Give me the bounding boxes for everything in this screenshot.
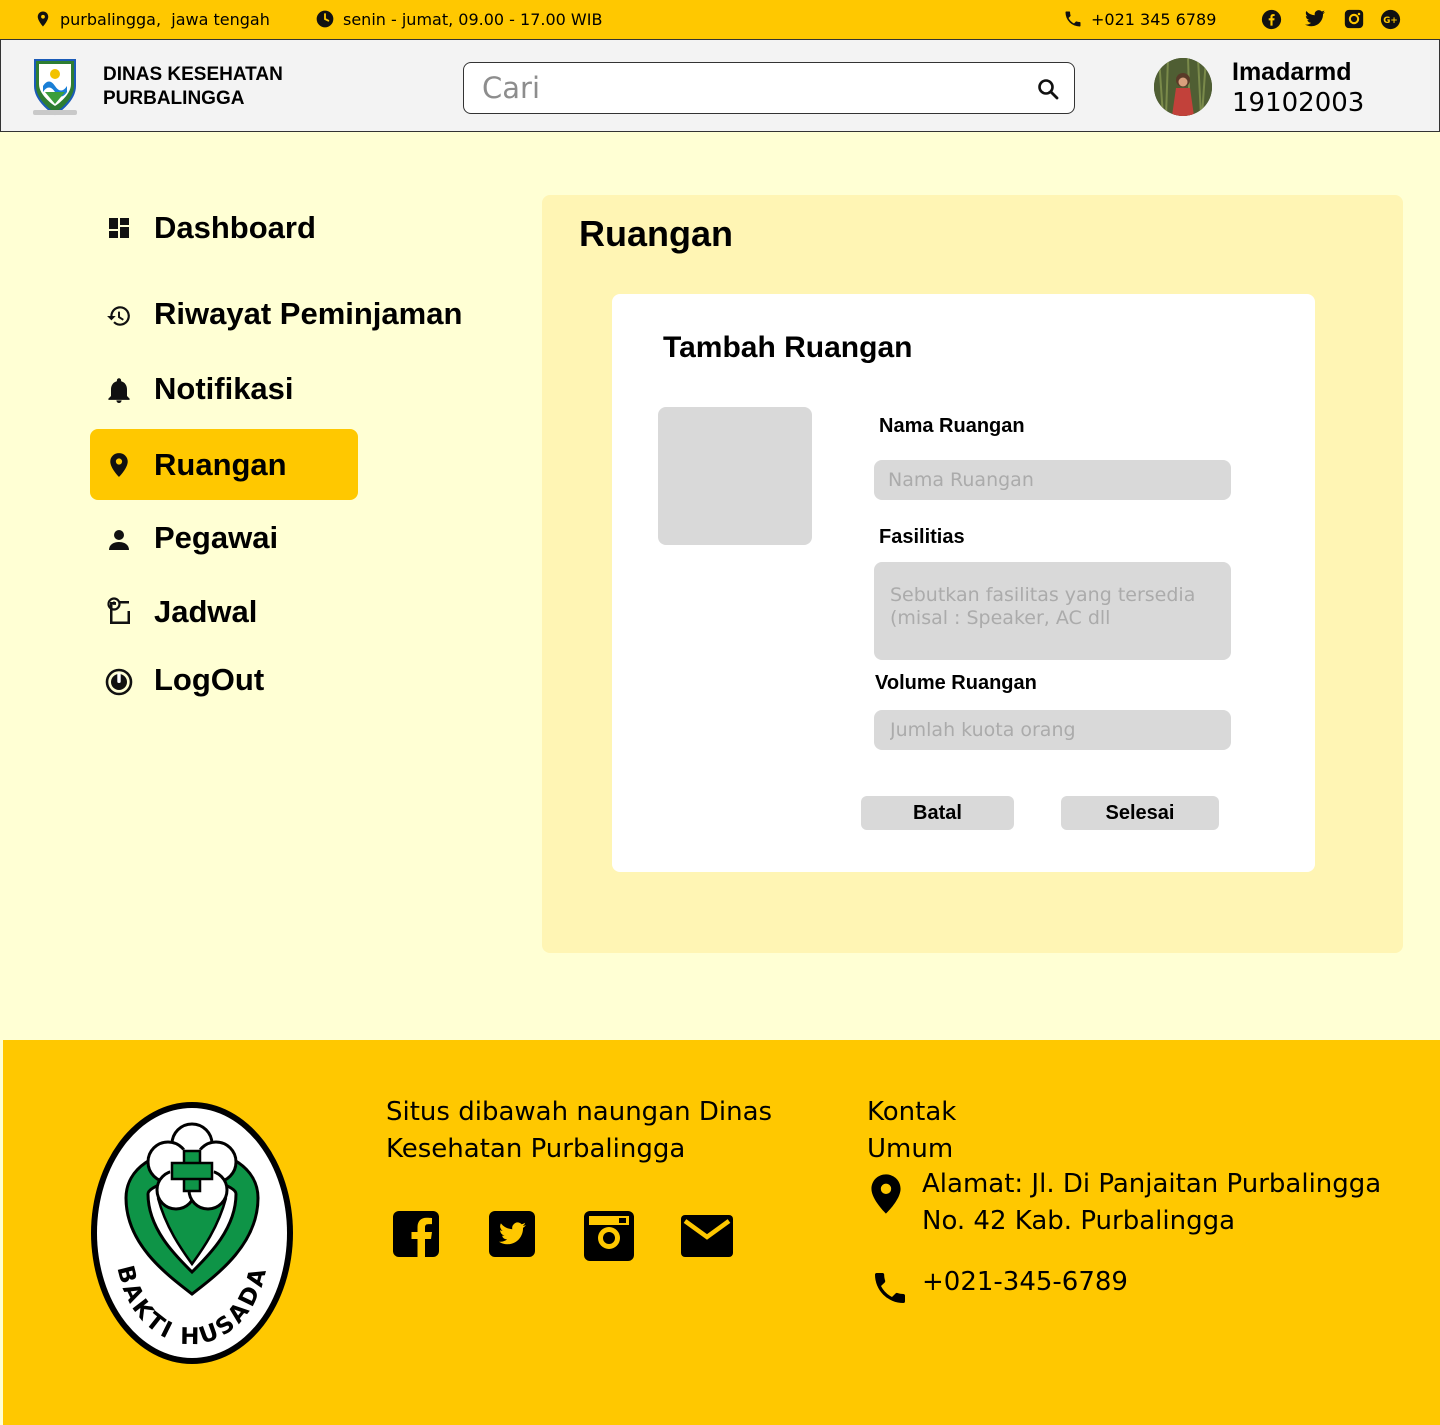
search-bar [463, 62, 1075, 114]
contact-address: Alamat: Jl. Di Panjaitan Purbalingga No.… [922, 1166, 1402, 1240]
purbalingga-logo[interactable] [31, 56, 79, 118]
sidebar-item-pegawai[interactable]: Pegawai [90, 503, 358, 573]
contact-title-line1: Kontak [867, 1097, 957, 1127]
sidebar-item-label: Jadwal [154, 594, 258, 629]
organization-name: DINAS KESEHATAN PURBALINGGA [103, 63, 283, 111]
hours-text: senin - jumat, 09.00 - 17.00 WIB [343, 9, 603, 29]
room-name-input[interactable] [874, 460, 1231, 500]
footer: BAKTI HUSADA Situs dibawah naungan Dinas… [3, 1040, 1440, 1425]
room-volume-input[interactable] [874, 710, 1231, 750]
org-name-line1: DINAS KESEHATAN [103, 64, 283, 85]
user-name: Imadarmd [1232, 58, 1352, 86]
user-id: 19102003 [1232, 88, 1365, 118]
address-line1: Alamat: Jl. Di Panjaitan Purbalingga [922, 1169, 1382, 1199]
location-text: purbalingga, jawa tengah [60, 9, 270, 29]
cancel-button[interactable]: Batal [861, 796, 1014, 830]
sidebar-item-label: Pegawai [154, 520, 279, 555]
footer-about: Situs dibawah naungan Dinas Kesehatan Pu… [386, 1094, 786, 1168]
twitter-icon[interactable] [488, 1210, 536, 1262]
hours-info: senin - jumat, 09.00 - 17.00 WIB [315, 0, 602, 38]
google-plus-icon[interactable]: G+ [1380, 9, 1401, 30]
facebook-icon[interactable] [1261, 9, 1282, 30]
facebook-icon[interactable] [392, 1210, 440, 1262]
phone-text: +021 345 6789 [1091, 9, 1217, 29]
submit-button[interactable]: Selesai [1061, 796, 1219, 830]
sidebar-item-riwayat-peminjaman[interactable]: Riwayat Peminjaman [90, 279, 490, 349]
bakti-husada-logo: BAKTI HUSADA [86, 1098, 298, 1368]
contact-title-line2: Umum [867, 1134, 954, 1164]
about-line2: Kesehatan Purbalingga [386, 1134, 686, 1164]
svg-text:G+: G+ [1383, 16, 1398, 26]
main-panel: Ruangan Tambah Ruangan Nama Ruangan Fasi… [542, 195, 1403, 953]
clock-icon [315, 9, 335, 29]
room-name-label: Nama Ruangan [879, 415, 1025, 437]
bell-icon [104, 376, 134, 406]
instagram-icon[interactable] [583, 1210, 635, 1266]
search-icon[interactable] [1036, 77, 1060, 106]
person-icon [104, 525, 134, 555]
facilities-input[interactable] [874, 562, 1231, 660]
avatar[interactable] [1154, 58, 1212, 116]
sidebar-item-jadwal[interactable]: Jadwal [90, 577, 358, 647]
sidebar-item-ruangan[interactable]: Ruangan [90, 429, 358, 500]
twitter-icon[interactable] [1304, 9, 1326, 29]
sidebar-item-label: Notifikasi [154, 371, 294, 406]
sidebar-item-label: Dashboard [154, 210, 316, 245]
instagram-icon[interactable] [1344, 9, 1364, 29]
phone-icon [1063, 9, 1083, 29]
sidebar-item-label: Riwayat Peminjaman [154, 296, 463, 331]
phone-icon [870, 1268, 910, 1312]
facilities-label: Fasilitias [879, 526, 965, 548]
room-image-upload[interactable] [658, 407, 812, 545]
location-pin-icon [869, 1173, 903, 1219]
dashboard-icon [104, 213, 134, 243]
address-line2: No. 42 Kab. Purbalingga [922, 1206, 1236, 1236]
page-title: Ruangan [579, 213, 734, 254]
location-info: purbalingga, jawa tengah [34, 0, 270, 38]
sidebar-item-label: Ruangan [154, 446, 287, 482]
room-volume-label: Volume Ruangan [875, 672, 1037, 694]
about-line1: Situs dibawah naungan Dinas [386, 1097, 773, 1127]
add-room-form: Tambah Ruangan Nama Ruangan Fasilitias V… [612, 294, 1315, 872]
search-input[interactable] [482, 71, 1022, 105]
mail-icon[interactable] [681, 1215, 733, 1261]
power-icon [104, 667, 134, 697]
phone-info[interactable]: +021 345 6789 [1063, 0, 1216, 38]
header: DINAS KESEHATAN PURBALINGGA Imadarmd 191… [0, 40, 1440, 132]
contact-phone: +021-345-6789 [922, 1267, 1128, 1297]
sidebar-item-notifikasi[interactable]: Notifikasi [90, 354, 358, 424]
form-title: Tambah Ruangan [663, 331, 913, 364]
sidebar-item-dashboard[interactable]: Dashboard [90, 193, 358, 263]
location-pin-icon [104, 450, 134, 480]
location-pin-icon [34, 9, 52, 29]
contact-title: Kontak Umum [867, 1094, 956, 1168]
top-info-bar: purbalingga, jawa tengah senin - jumat, … [0, 0, 1440, 40]
sidebar-item-logout[interactable]: LogOut [90, 645, 358, 715]
history-icon [104, 301, 134, 331]
schedule-icon [104, 596, 134, 626]
sidebar-item-label: LogOut [154, 662, 265, 697]
org-name-line2: PURBALINGGA [103, 88, 245, 109]
